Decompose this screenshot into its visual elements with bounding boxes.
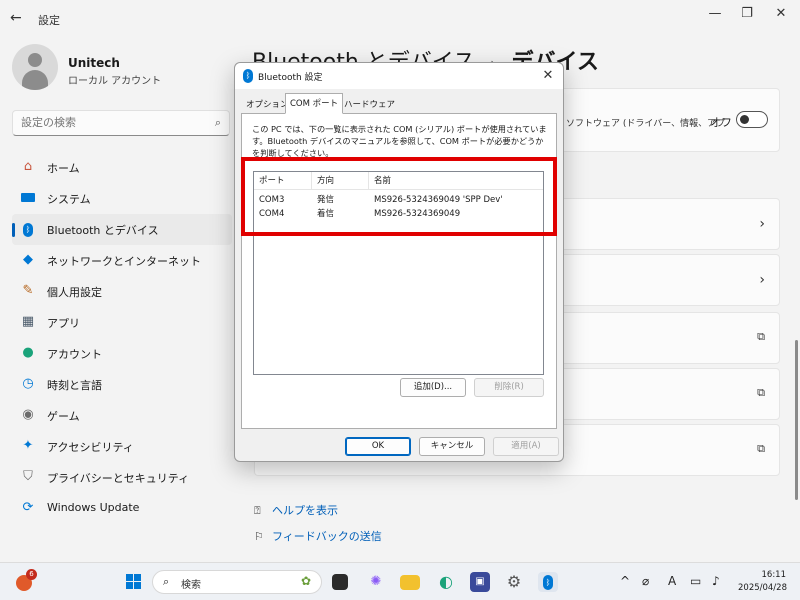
sidebar-item-apps[interactable]: ▦ アプリ [12,307,232,338]
chevron-up-icon[interactable]: ^ [620,574,630,588]
help-link[interactable]: ⍰ ヘルプを表示 [254,502,338,518]
minimize-icon[interactable]: — [700,6,730,21]
toggle-state-label: オフ [710,116,732,129]
user-name: Unitech [68,56,120,70]
tab-com-ports[interactable]: COM ポート [285,93,344,114]
sidebar-item-privacy[interactable]: ⛉ プライバシーとセキュリティ [12,462,232,493]
shield-icon: ⛉ [23,469,33,484]
sidebar-item-label: プライバシーとセキュリティ [47,472,190,485]
chevron-right-icon: › [759,272,765,288]
sidebar-item-label: アプリ [47,317,80,330]
sidebar-nav: ⌂ ホーム システム ᛒ Bluetooth とデバイス ◆ ネットワークとイン… [12,152,232,524]
sidebar-item-label: システム [47,193,91,206]
copilot-icon[interactable]: ✺ [366,572,386,592]
bluetooth-icon: ᛒ [20,221,36,237]
sidebar-item-home[interactable]: ⌂ ホーム [12,152,232,183]
sidebar-item-system[interactable]: システム [12,183,232,214]
bluetooth-app-icon[interactable]: ᛒ [538,572,558,592]
driver-download-toggle[interactable] [736,111,768,128]
sidebar-item-label: アクセシビリティ [47,441,134,454]
close-icon[interactable]: ✕ [539,67,557,85]
back-arrow-icon[interactable]: ← [10,10,22,26]
volume-icon[interactable]: ♪ [712,574,720,588]
settings-search-box[interactable]: ⌕ [12,110,230,136]
ime-indicator[interactable]: A [668,574,676,588]
sidebar-item-label: 個人用設定 [47,286,102,299]
network-icon[interactable]: ⌀ [642,574,649,588]
sidebar-item-label: Windows Update [47,501,140,514]
highlight-box [241,157,557,236]
settings-titlebar: ← 設定 — ❐ ✕ [0,0,800,36]
sidebar-item-label: Bluetooth とデバイス [47,224,159,237]
clock-time: 16:11 [761,570,787,580]
restore-icon[interactable]: ❐ [732,6,762,21]
ok-button[interactable]: OK [345,437,411,456]
sidebar-item-personalization[interactable]: ✎ 個人用設定 [12,276,232,307]
remove-button[interactable]: 削除(R) [474,378,544,397]
notification-badge: 6 [26,569,37,580]
sidebar-item-label: ゲーム [47,410,80,423]
taskbar: 6 ⌕ 検索 ✿ ✺ ◐ ▣ ⚙ ᛒ ^ ⌀ A ▭ ♪ 16:11 2025/… [0,562,800,600]
clock-date: 2025/04/28 [738,583,787,593]
file-explorer-icon[interactable] [400,575,420,590]
sidebar-item-label: アカウント [47,348,102,361]
accessibility-icon: ✦ [22,438,34,453]
clock[interactable]: 16:11 2025/04/28 [738,569,787,595]
edge-icon[interactable]: ◐ [436,572,456,592]
update-icon: ⟳ [22,500,34,515]
sidebar-item-windows-update[interactable]: ⟳ Windows Update [12,493,232,524]
avatar [12,44,58,90]
weather-widget[interactable]: 6 [14,569,37,593]
sidebar-item-time-language[interactable]: ◷ 時刻と言語 [12,369,232,400]
sidebar-item-gaming[interactable]: ◉ ゲーム [12,400,232,431]
sidebar-item-accessibility[interactable]: ✦ アクセシビリティ [12,431,232,462]
apps-icon: ▦ [21,314,35,329]
brush-icon: ✎ [22,283,34,298]
bluetooth-icon: ᛒ [243,69,253,83]
sidebar-item-accounts[interactable]: ● アカウント [12,338,232,369]
display-icon[interactable]: ▭ [690,574,701,588]
store-icon[interactable]: ▣ [470,572,490,592]
taskbar-search[interactable]: ⌕ 検索 ✿ [152,570,322,594]
com-port-description: この PC では、下の一覧に表示された COM (シリアル) ポートが使用されて… [252,124,547,158]
add-button[interactable]: 追加(D)... [400,378,466,397]
external-link-icon: ⧉ [757,442,765,455]
external-link-icon: ⧉ [757,386,765,399]
dialog-titlebar: ᛒ Bluetooth 設定 ✕ [235,63,563,89]
feedback-link[interactable]: ⚐ フィードバックの送信 [254,528,382,544]
sidebar-item-network[interactable]: ◆ ネットワークとインターネット [12,245,232,276]
feedback-icon: ⚐ [254,530,264,543]
bluetooth-settings-dialog: ᛒ Bluetooth 設定 ✕ オプション COM ポート ハードウェア この… [234,62,564,462]
main-scrollbar[interactable] [795,340,798,500]
system-icon [20,190,36,206]
cancel-button[interactable]: キャンセル [419,437,485,456]
search-icon: ⌕ [214,116,221,129]
help-icon: ⍰ [254,504,261,517]
wifi-icon: ◆ [23,252,33,267]
apply-button[interactable]: 適用(A) [493,437,559,456]
task-view-icon[interactable] [332,574,348,590]
settings-search-input[interactable] [21,116,201,129]
search-highlight-icon: ✿ [300,574,311,588]
chevron-right-icon: › [759,216,765,232]
start-icon[interactable] [124,572,144,592]
account-type: ローカル アカウント [68,76,162,87]
settings-gear-icon[interactable]: ⚙ [504,572,524,592]
close-window-icon[interactable]: ✕ [766,6,796,21]
dialog-title: Bluetooth 設定 [258,73,323,83]
driver-software-text: ソフトウェア (ドライバー、情報、アプ [566,119,726,129]
globe-clock-icon: ◷ [22,376,34,391]
home-icon: ⌂ [23,159,33,174]
app-title: 設定 [38,14,60,27]
sidebar-item-bluetooth[interactable]: ᛒ Bluetooth とデバイス [12,214,232,245]
sidebar-item-label: ネットワークとインターネット [47,255,201,268]
tab-hardware[interactable]: ハードウェア [339,95,400,113]
taskbar-search-placeholder: 検索 [181,580,201,591]
sidebar-item-label: ホーム [47,162,80,175]
person-icon: ● [22,345,34,360]
search-icon: ⌕ [163,575,170,588]
external-link-icon: ⧉ [757,330,765,343]
gamepad-icon: ◉ [22,407,34,422]
sidebar-item-label: 時刻と言語 [47,379,102,392]
